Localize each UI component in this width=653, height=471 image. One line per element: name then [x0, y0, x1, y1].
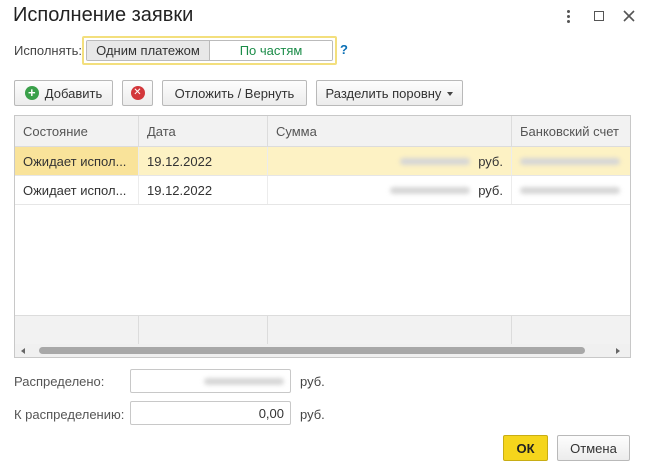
remaining-unit: руб.	[300, 407, 325, 422]
distributed-field	[130, 369, 291, 393]
redacted-account	[520, 186, 620, 194]
cell-date: 19.12.2022	[139, 176, 268, 204]
cell-bank-account	[512, 147, 630, 175]
dialog-title: Исполнение заявки	[13, 4, 194, 26]
remaining-field: 0,00	[130, 401, 291, 425]
help-icon[interactable]: ?	[340, 42, 348, 57]
dropdown-caret-icon	[447, 92, 454, 96]
distributed-unit: руб.	[300, 374, 325, 389]
cell-bank-account	[512, 176, 630, 204]
scrollbar-thumb[interactable]	[39, 347, 585, 354]
cell-state: Ожидает испол...	[15, 147, 139, 175]
delete-button[interactable]: ✕	[122, 80, 153, 106]
execute-label: Исполнять:	[14, 43, 82, 58]
cell-amount: руб.	[268, 147, 512, 175]
scroll-right-icon[interactable]	[616, 348, 620, 354]
ok-button[interactable]: ОК	[503, 435, 548, 461]
maximize-icon[interactable]	[589, 6, 609, 26]
footer-cell	[139, 316, 268, 344]
more-menu-icon[interactable]	[558, 6, 578, 26]
option-single-payment[interactable]: Одним платежом	[87, 41, 210, 60]
plus-icon: +	[24, 86, 39, 100]
table-footer	[15, 315, 630, 344]
footer-cell	[512, 316, 630, 344]
column-header-date[interactable]: Дата	[139, 116, 268, 146]
split-evenly-label: Разделить поровну	[325, 85, 442, 101]
redacted-distributed	[204, 377, 284, 385]
cell-amount: руб.	[268, 176, 512, 204]
table-row[interactable]: Ожидает испол... 19.12.2022 руб.	[15, 176, 630, 205]
postpone-return-button[interactable]: Отложить / Вернуть	[162, 80, 307, 106]
distributed-label: Распределено:	[14, 374, 105, 389]
horizontal-scrollbar[interactable]	[15, 344, 630, 357]
redacted-amount	[390, 186, 471, 194]
cell-state: Ожидает испол...	[15, 176, 139, 204]
add-button[interactable]: + Добавить	[14, 80, 113, 106]
table-header: Состояние Дата Сумма Банковский счет	[15, 116, 630, 147]
split-evenly-button[interactable]: Разделить поровну	[316, 80, 463, 106]
column-header-state[interactable]: Состояние	[15, 116, 139, 146]
payments-table: Состояние Дата Сумма Банковский счет Ожи…	[14, 115, 631, 358]
add-button-label: Добавить	[44, 85, 103, 101]
close-icon[interactable]	[619, 6, 639, 26]
column-header-amount[interactable]: Сумма	[268, 116, 512, 146]
cancel-button[interactable]: Отмена	[557, 435, 630, 461]
scroll-left-icon[interactable]	[21, 348, 25, 354]
column-header-bank-account[interactable]: Банковский счет	[512, 116, 630, 146]
option-in-parts[interactable]: По частям	[210, 41, 332, 60]
cell-currency: руб.	[478, 182, 503, 198]
delete-icon: ✕	[130, 86, 145, 100]
redacted-account	[520, 157, 620, 165]
footer-cell	[268, 316, 512, 344]
cell-currency: руб.	[478, 153, 503, 169]
redacted-amount	[400, 157, 471, 165]
table-row[interactable]: Ожидает испол... 19.12.2022 руб.	[15, 147, 630, 176]
remaining-label: К распределению:	[14, 407, 125, 422]
footer-cell	[15, 316, 139, 344]
cell-date: 19.12.2022	[139, 147, 268, 175]
execute-mode-toggle: Одним платежом По частям	[82, 36, 337, 65]
